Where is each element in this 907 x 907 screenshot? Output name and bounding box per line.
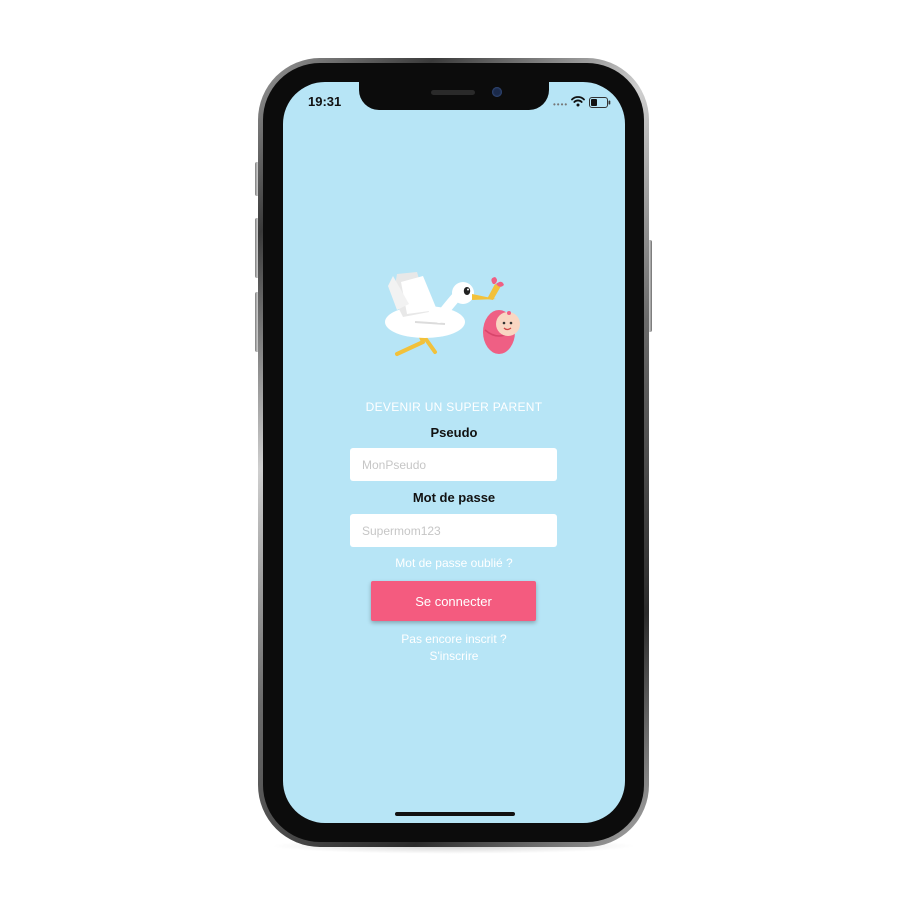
pseudo-input[interactable] xyxy=(350,448,557,481)
status-time: 19:31 xyxy=(308,94,342,109)
speaker xyxy=(431,90,475,95)
pseudo-label: Pseudo xyxy=(430,425,478,440)
signup-question: Pas encore inscrit ? xyxy=(401,632,507,646)
signup-link[interactable]: S'inscrire xyxy=(283,649,625,663)
forgot-password-link[interactable]: Mot de passe oublié ? xyxy=(283,556,625,570)
notch xyxy=(359,82,549,110)
battery-icon xyxy=(589,97,611,108)
password-label: Mot de passe xyxy=(412,490,496,505)
status-icons: •••• xyxy=(553,95,613,109)
headline: DEVENIR UN SUPER PARENT xyxy=(365,400,543,414)
home-indicator[interactable] xyxy=(395,812,515,816)
front-camera xyxy=(492,87,502,97)
signal-dots-icon: •••• xyxy=(553,100,569,109)
connect-button[interactable]: Se connecter xyxy=(371,581,536,621)
wifi-icon xyxy=(571,96,585,107)
stork-carrying-baby-icon xyxy=(385,272,520,356)
password-input[interactable] xyxy=(350,514,557,547)
app-screen: 19:31 •••• DEVENIR UN SUPER PARENT Pseud… xyxy=(283,82,625,823)
